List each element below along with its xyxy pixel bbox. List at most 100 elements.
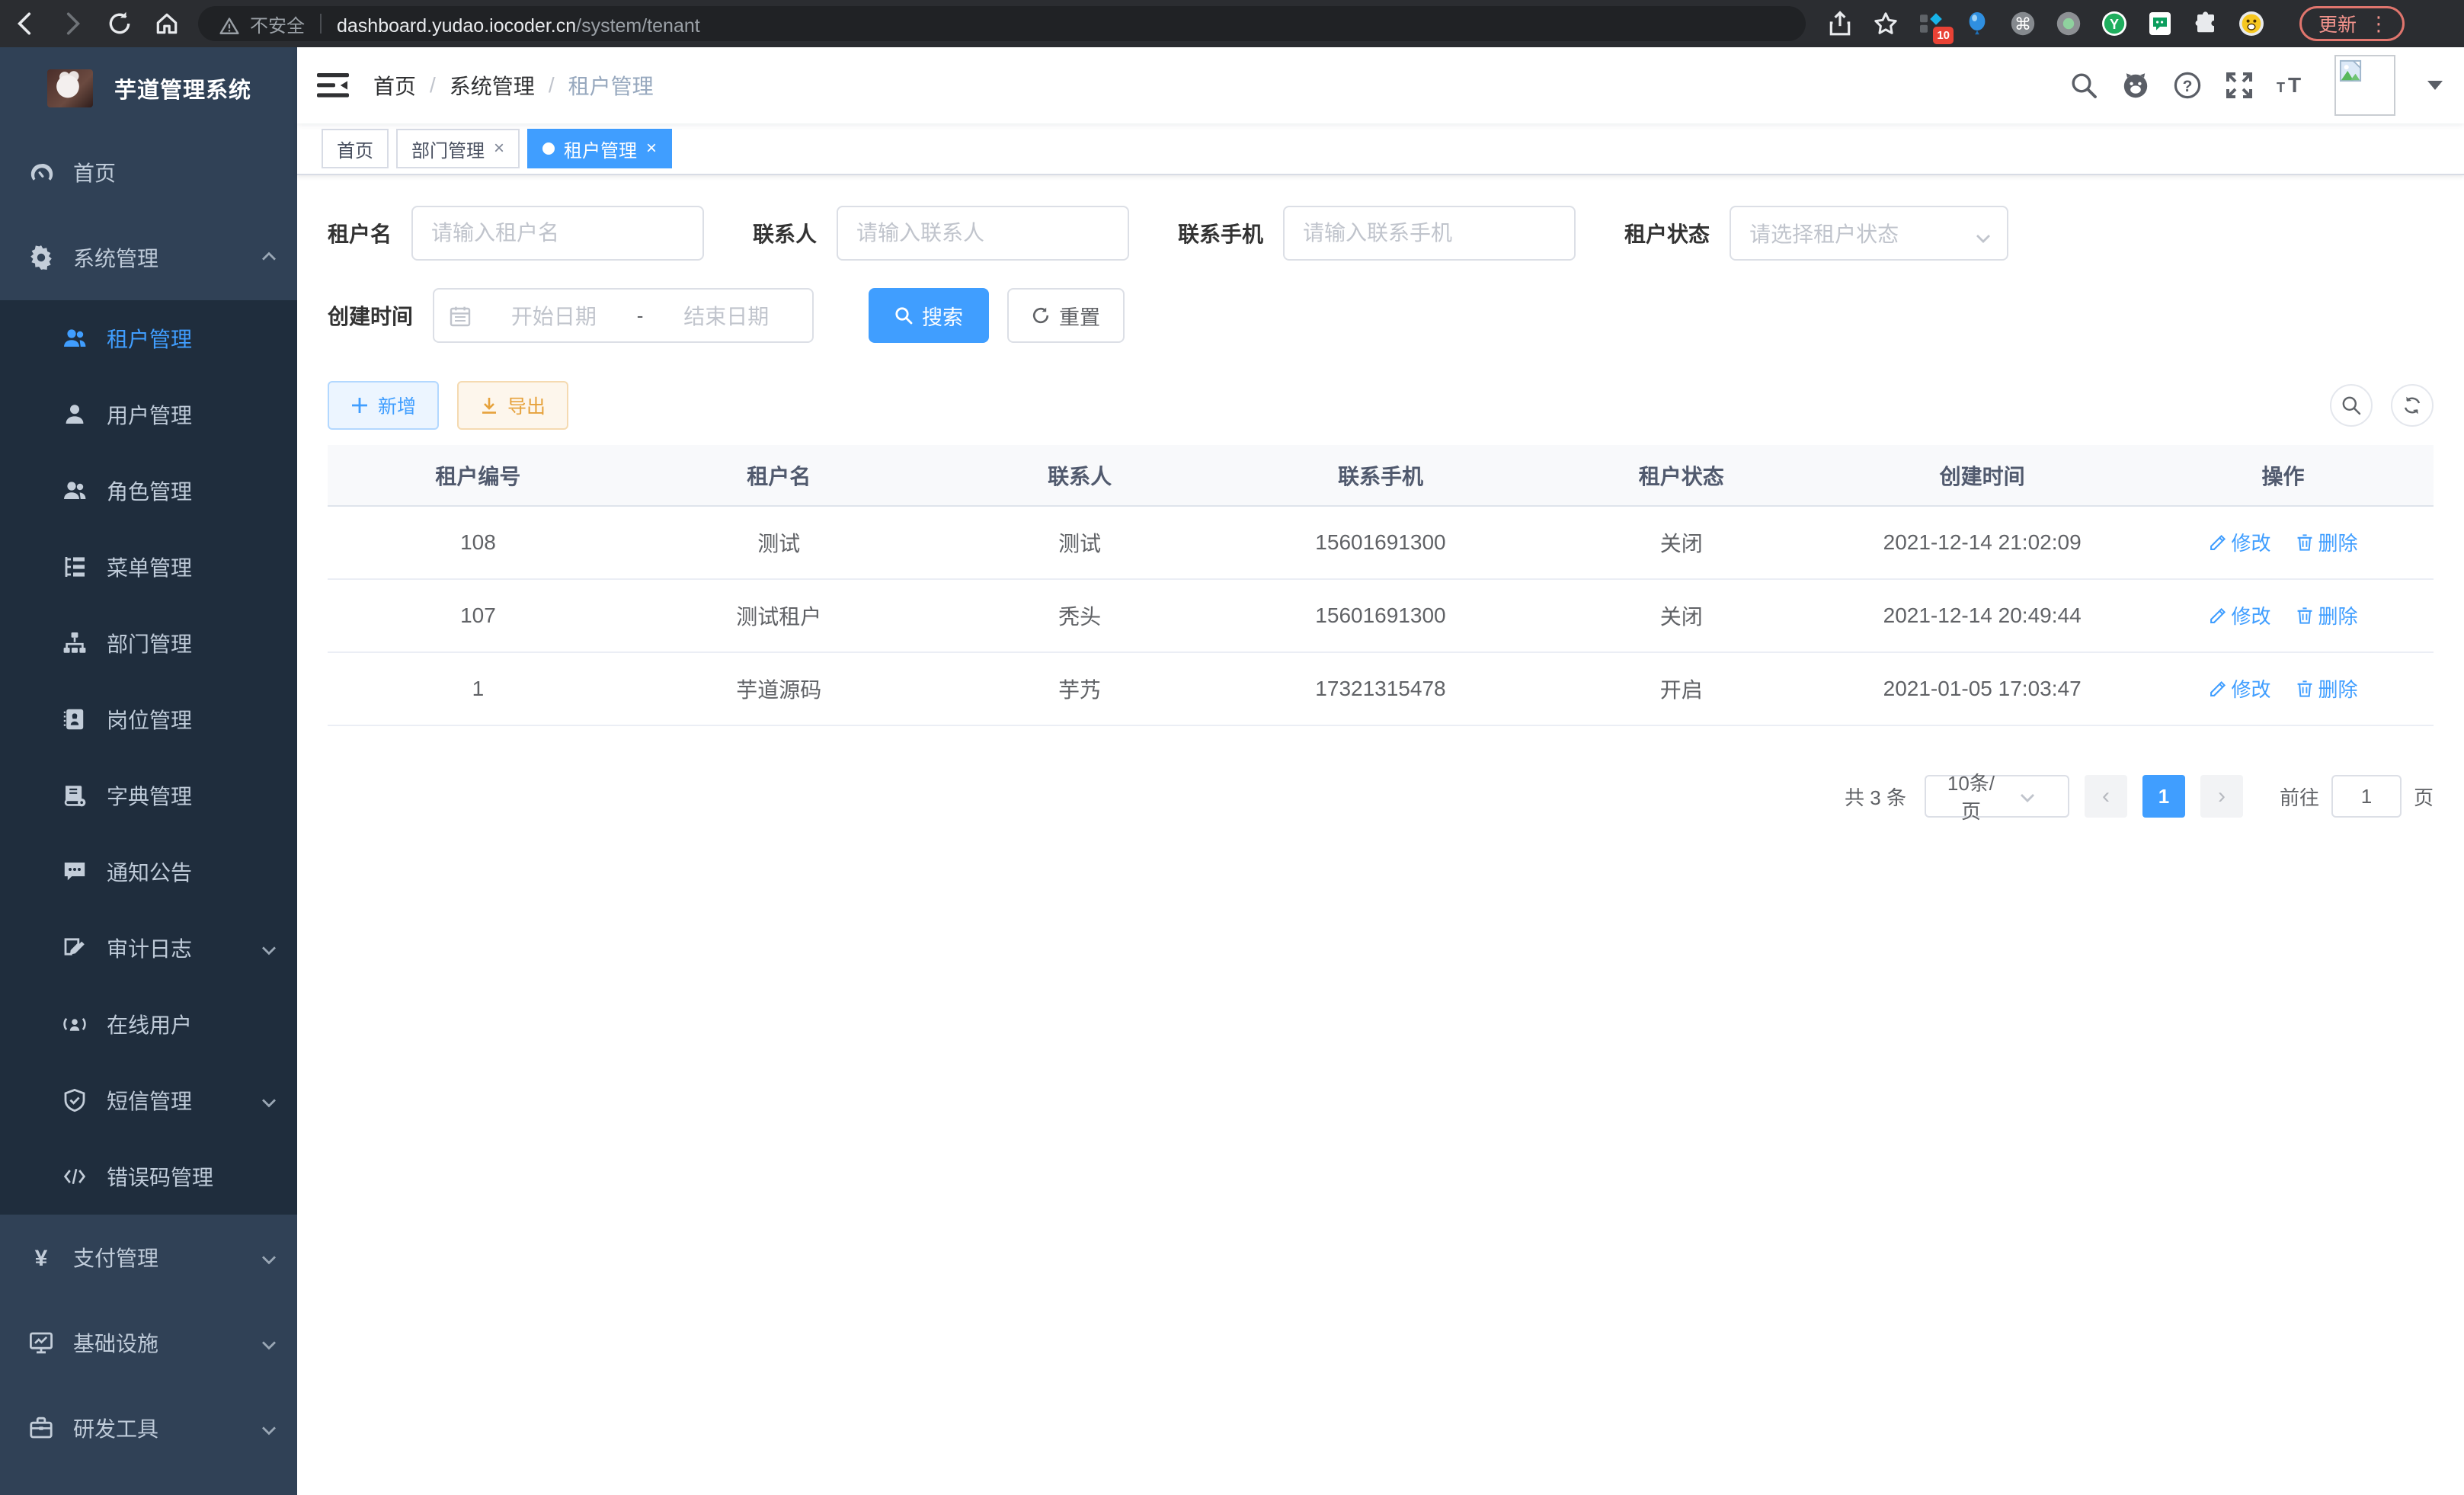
cell-name: 芋道源码 <box>629 652 930 725</box>
breadcrumb-item[interactable]: 首页 <box>373 70 416 101</box>
cell-contact: 芋艿 <box>930 652 1230 725</box>
export-button[interactable]: 导出 <box>457 381 568 430</box>
next-page-button[interactable]: › <box>2200 775 2243 818</box>
yuque-extension-icon[interactable]: Y <box>2101 11 2127 37</box>
puzzle-extensions-menu-icon[interactable] <box>2193 11 2219 37</box>
yen-icon: ¥ <box>29 1245 53 1269</box>
contact-input[interactable] <box>837 206 1129 261</box>
tree-icon <box>62 555 87 579</box>
close-icon[interactable]: × <box>494 139 504 158</box>
tag-租户管理[interactable]: 租户管理× <box>527 129 672 168</box>
sidebar-item-label: 错误码管理 <box>107 1161 213 1192</box>
top-navbar: 首页/系统管理/租户管理 ? TT <box>297 47 2464 123</box>
avatar[interactable] <box>2334 55 2395 116</box>
mobile-input[interactable] <box>1283 206 1576 261</box>
delete-link[interactable]: 删除 <box>2296 601 2358 629</box>
not-secure-warning-icon[interactable] <box>219 14 239 34</box>
tenant-name-input[interactable] <box>411 206 704 261</box>
browser-menu-icon[interactable]: ⋮ <box>2369 12 2389 36</box>
help-icon[interactable]: ? <box>2173 71 2202 100</box>
breadcrumb-item[interactable]: 系统管理 <box>450 70 535 101</box>
refresh-icon <box>1032 306 1050 325</box>
sidebar-item-审计日志[interactable]: 审计日志 <box>0 910 297 986</box>
address-bar[interactable]: 不安全 dashboard.yudao.iocoder.cn/system/te… <box>198 6 1806 41</box>
goto-page-input[interactable] <box>2331 775 2402 818</box>
sidebar-item-字典管理[interactable]: 字典管理 <box>0 757 297 834</box>
share-icon[interactable] <box>1827 11 1853 37</box>
fullscreen-icon[interactable] <box>2225 71 2254 100</box>
emoji-extension-icon[interactable] <box>2238 11 2264 37</box>
start-date-placeholder[interactable]: 开始日期 <box>483 300 625 331</box>
sidebar-collapse-icon[interactable] <box>317 72 349 99</box>
add-button[interactable]: 新增 <box>328 381 439 430</box>
cell-operations: 修改删除 <box>2133 652 2434 725</box>
sidebar-logo[interactable]: 芋道管理系统 <box>0 47 297 130</box>
svg-text:Y: Y <box>2110 17 2119 32</box>
pinned-extension-icon[interactable]: 10 <box>1918 11 1944 37</box>
edit-link[interactable]: 修改 <box>2209 674 2271 703</box>
sidebar-item-租户管理[interactable]: 租户管理 <box>0 300 297 376</box>
avatar-dropdown-caret-icon[interactable] <box>2427 81 2443 90</box>
back-icon[interactable] <box>12 11 38 37</box>
page-unit-label: 页 <box>2414 783 2434 811</box>
close-icon[interactable]: × <box>646 139 657 158</box>
org-icon <box>62 631 87 655</box>
sidebar-item-部门管理[interactable]: 部门管理 <box>0 605 297 681</box>
refresh-table-button[interactable] <box>2391 384 2434 427</box>
search-button[interactable]: 搜索 <box>869 288 989 343</box>
home-icon[interactable] <box>154 11 180 37</box>
tag-部门管理[interactable]: 部门管理 × <box>396 129 520 168</box>
show-search-toggle-button[interactable] <box>2330 384 2373 427</box>
edit-link[interactable]: 修改 <box>2209 601 2271 629</box>
sidebar-item-系统管理[interactable]: 系统管理 <box>0 215 297 300</box>
record-extension-icon[interactable] <box>2056 11 2082 37</box>
font-size-icon[interactable]: TT <box>2277 71 2306 100</box>
action-row: 新增 导出 <box>328 381 2434 430</box>
sidebar-item-研发工具[interactable]: 研发工具 <box>0 1385 297 1471</box>
search-icon[interactable] <box>2069 71 2098 100</box>
current-page-button[interactable]: 1 <box>2142 775 2185 818</box>
delete-link[interactable]: 删除 <box>2296 674 2358 703</box>
security-label[interactable]: 不安全 <box>250 11 305 37</box>
bookmark-star-icon[interactable] <box>1873 11 1899 37</box>
message-icon <box>62 860 87 884</box>
sidebar-item-用户管理[interactable]: 用户管理 <box>0 376 297 453</box>
delete-link[interactable]: 删除 <box>2296 528 2358 556</box>
command-extension-icon[interactable]: ⌘ <box>2010 11 2036 37</box>
tag-label: 部门管理 <box>411 136 485 162</box>
edit-link[interactable]: 修改 <box>2209 528 2271 556</box>
page-size-select[interactable]: 10条/页 <box>1925 775 2069 818</box>
chat-extension-icon[interactable] <box>2147 11 2173 37</box>
reload-icon[interactable] <box>107 11 133 37</box>
tag-首页[interactable]: 首页 <box>322 129 389 168</box>
contact-label: 联系人 <box>753 218 817 248</box>
sidebar-item-首页[interactable]: 首页 <box>0 130 297 215</box>
url-text[interactable]: dashboard.yudao.iocoder.cn/system/tenant <box>337 10 700 38</box>
sidebar-item-在线用户[interactable]: 在线用户 <box>0 986 297 1062</box>
chevron-down-icon <box>261 1093 277 1109</box>
status-select[interactable]: 请选择租户状态 <box>1730 206 2008 261</box>
sidebar-item-通知公告[interactable]: 通知公告 <box>0 834 297 910</box>
sidebar-item-短信管理[interactable]: 短信管理 <box>0 1062 297 1138</box>
github-icon[interactable] <box>2121 71 2150 100</box>
sidebar-item-label: 岗位管理 <box>107 704 192 735</box>
svg-text:⌘: ⌘ <box>2014 14 2031 34</box>
prev-page-button[interactable]: ‹ <box>2085 775 2127 818</box>
sidebar-item-基础设施[interactable]: 基础设施 <box>0 1300 297 1385</box>
sidebar-item-错误码管理[interactable]: 错误码管理 <box>0 1138 297 1215</box>
sidebar-item-支付管理[interactable]: ¥支付管理 <box>0 1215 297 1300</box>
forward-icon[interactable] <box>59 11 85 37</box>
page-size-value: 10条/页 <box>1943 768 1999 824</box>
sidebar: 芋道管理系统 首页系统管理租户管理用户管理角色管理菜单管理部门管理岗位管理字典管… <box>0 47 297 1495</box>
reset-button[interactable]: 重置 <box>1007 288 1125 343</box>
chevron-down-icon <box>1999 788 2056 805</box>
sidebar-item-岗位管理[interactable]: 岗位管理 <box>0 681 297 757</box>
edit-label: 修改 <box>2232 674 2271 703</box>
reset-button-label: 重置 <box>1059 301 1100 331</box>
date-range-picker[interactable]: 开始日期 - 结束日期 <box>433 288 814 343</box>
sidebar-item-角色管理[interactable]: 角色管理 <box>0 453 297 529</box>
sidebar-item-菜单管理[interactable]: 菜单管理 <box>0 529 297 605</box>
balloon-extension-icon[interactable] <box>1964 11 1990 37</box>
end-date-placeholder[interactable]: 结束日期 <box>655 300 797 331</box>
update-button[interactable]: 更新⋮ <box>2299 6 2405 41</box>
